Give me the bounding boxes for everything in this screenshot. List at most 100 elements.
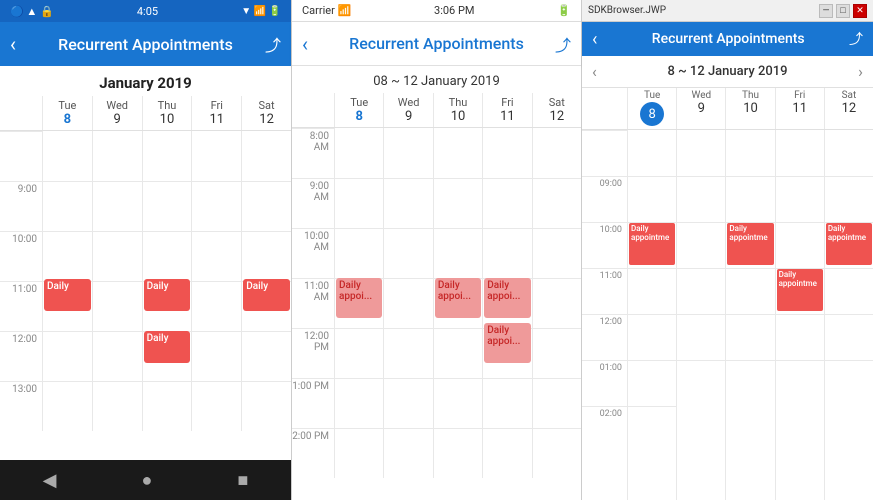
action-icon-2[interactable]: ⤴ (555, 32, 571, 56)
day-num-10-3: 10 (726, 101, 774, 116)
time-9am-2: 9:00 AM (292, 178, 334, 228)
bottom-nav-1: ◀ ● ■ (0, 460, 291, 500)
win-titlebar: SDKBrowser.JWP — □ ✕ (582, 0, 873, 22)
event-thu-2[interactable]: Daily appoi... (435, 278, 481, 318)
day-col-sat-3[interactable]: Sat 12 (824, 88, 873, 129)
day-name: Tue (43, 99, 92, 112)
day-col-fri-1[interactable]: Fri 11 (191, 96, 241, 130)
day-col-wed-2[interactable]: Wed 9 (383, 93, 432, 127)
date-range-2: 08 ~ 12 January 2019 (292, 66, 581, 93)
event-tue-3[interactable]: Daily appointme (629, 223, 675, 265)
day-col-fri-3[interactable]: Fri 11 (775, 88, 824, 129)
time-2-3: 02:00 (582, 406, 627, 452)
day-num-12-3: 12 (825, 101, 873, 116)
time-12-1: 12:00 (0, 331, 42, 381)
time-9-3: 09:00 (582, 176, 627, 222)
time-10-3: 10:00 (582, 222, 627, 268)
day-name: Thu (434, 96, 482, 109)
week-header-2: Tue 8 Wed 9 Thu 10 Fri 11 Sat 12 (292, 93, 581, 128)
home-nav-icon[interactable]: ● (142, 470, 153, 491)
time-labels-3: 09:00 10:00 11:00 12:00 01:00 02:00 (582, 130, 627, 500)
time-10am-2: 10:00 AM (292, 228, 334, 278)
day-col-thu-3[interactable]: Thu 10 (725, 88, 774, 129)
day-col-wed-1[interactable]: Wed 9 (92, 96, 142, 130)
status-time-2: 3:06 PM (434, 4, 474, 17)
app-title-2: Recurrent Appointments (318, 34, 555, 53)
day-num-9-1: 9 (93, 112, 142, 127)
status-carrier-2: Carrier 📶 (302, 4, 351, 17)
time-1pm-2: 1:00 PM (292, 378, 334, 428)
day-sat-2 (532, 128, 581, 478)
back-nav-icon[interactable]: ◀ (43, 470, 57, 491)
day-col-tue-3[interactable]: Tue 8 (627, 88, 676, 129)
day-num-12-1: 12 (242, 112, 291, 127)
back-icon-2[interactable]: ‹ (302, 32, 308, 56)
day-num-8-1: 8 (43, 112, 92, 127)
event-daily-thu-1[interactable]: Daily (144, 279, 191, 311)
day-col-fri-2[interactable]: Fri 11 (482, 93, 531, 127)
prev-month-button[interactable]: ‹ (592, 62, 597, 81)
back-icon-3[interactable]: ‹ (592, 29, 597, 50)
day-name: Fri (192, 99, 241, 112)
day-columns-3: Daily appointme Daily appo (627, 130, 873, 500)
event-sat-3[interactable]: Daily appointme (826, 223, 872, 265)
close-button[interactable]: ✕ (853, 4, 867, 18)
day-name: Sat (533, 96, 581, 109)
event-fri-2b[interactable]: Daily appoi... (484, 323, 530, 363)
day-wed-2 (383, 128, 432, 478)
status-battery-2: 🔋 (557, 4, 571, 17)
minimize-button[interactable]: — (819, 4, 833, 18)
day-name: Fri (776, 90, 824, 101)
scroll-area-2[interactable]: 8:00 AM 9:00 AM 10:00 AM 11:00 AM 12:00 … (292, 128, 581, 500)
status-left: 🔵 ▲ 🔒 (10, 5, 54, 18)
day-num-8-3: 8 (628, 101, 676, 127)
day-sat-3: Daily appointme (824, 130, 873, 500)
back-icon-1[interactable]: ‹ (10, 32, 16, 56)
scroll-area-3[interactable]: 09:00 10:00 11:00 12:00 01:00 02:00 Dail… (582, 130, 873, 500)
action-icon-1[interactable]: ⤴ (265, 32, 281, 56)
day-name: Thu (726, 90, 774, 101)
day-name: Thu (143, 99, 192, 112)
next-month-button[interactable]: › (858, 62, 863, 81)
day-col-sat-2[interactable]: Sat 12 (532, 93, 581, 127)
day-col-thu-2[interactable]: Thu 10 (433, 93, 482, 127)
day-col-sat-1[interactable]: Sat 12 (241, 96, 291, 130)
win-app-name: SDKBrowser.JWP (588, 5, 666, 16)
event-daily-tue-1[interactable]: Daily (44, 279, 91, 311)
time-11-1: 11:00 (0, 281, 42, 331)
event-tue-2[interactable]: Daily appoi... (336, 278, 382, 318)
time-8am-2: 8:00 AM (292, 128, 334, 178)
app-bar-3: ‹ Recurrent Appointments ⤴ (582, 22, 873, 56)
day-tue-1: Daily (42, 131, 92, 431)
day-fri-2: Daily appoi... Daily appoi... (482, 128, 531, 478)
scroll-area-1[interactable]: 9:00 10:00 11:00 12:00 13:00 Dail (0, 131, 291, 460)
action-icon-3[interactable]: ⤴ (849, 29, 863, 49)
time-col-header-2 (292, 93, 334, 127)
status-bar-1: 🔵 ▲ 🔒 4:05 ▼ 📶 🔋 (0, 0, 291, 22)
day-col-wed-3[interactable]: Wed 9 (676, 88, 725, 129)
event-daily-thu-2[interactable]: Daily (144, 331, 191, 363)
day-sat-1: Daily (241, 131, 291, 431)
day-columns-1: Daily (42, 131, 291, 431)
day-num-12-2: 12 (533, 109, 581, 124)
day-name: Tue (335, 96, 383, 109)
day-columns-2: Daily appoi... Daily appoi... (334, 128, 581, 478)
time-13-1: 13:00 (0, 381, 42, 431)
app-title-1: Recurrent Appointments (26, 35, 265, 54)
day-col-thu-1[interactable]: Thu 10 (142, 96, 192, 130)
event-fri-3a[interactable]: Daily appointme (777, 269, 823, 311)
app-bar-1: ‹ Recurrent Appointments ⤴ (0, 22, 291, 66)
event-daily-sat-1[interactable]: Daily (243, 279, 290, 311)
event-fri-2a[interactable]: Daily appoi... (484, 278, 530, 318)
recents-nav-icon[interactable]: ■ (238, 470, 249, 491)
time-content-1: 9:00 10:00 11:00 12:00 13:00 Dail (0, 131, 291, 431)
time-col-header-3 (582, 88, 627, 129)
week-header-1: Tue 8 Wed 9 Thu 10 Fri 11 Sat 12 (0, 96, 291, 131)
event-thu-3[interactable]: Daily appointme (727, 223, 773, 265)
day-tue-3: Daily appointme (627, 130, 676, 500)
day-fri-3: Daily appointme (775, 130, 824, 500)
day-col-tue-1[interactable]: Tue 8 (42, 96, 92, 130)
day-col-tue-2[interactable]: Tue 8 (334, 93, 383, 127)
maximize-button[interactable]: □ (836, 4, 850, 18)
day-num-11-3: 11 (776, 101, 824, 116)
